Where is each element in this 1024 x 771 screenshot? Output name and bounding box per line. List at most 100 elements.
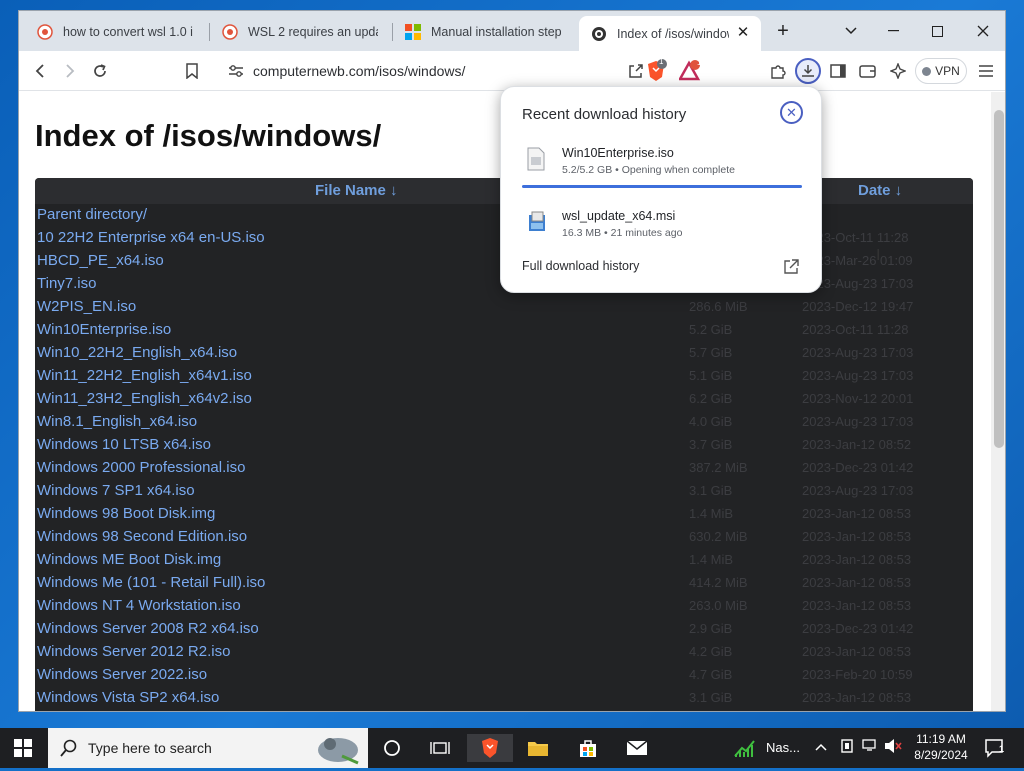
download-item-wsl[interactable]: wsl_update_x64.msi 16.3 MB • 21 minutes … [522, 206, 804, 252]
file-link[interactable]: Windows 10 LTSB x64.iso [37, 436, 211, 453]
file-link[interactable]: Windows 7 SP1 x64.iso [37, 482, 195, 499]
file-link[interactable]: HBCD_PE_x64.iso [37, 252, 164, 269]
table-row: Windows ME Boot Disk.img 1.4 MiB 2023-Jan-… [37, 550, 967, 573]
brave-rewards-icon[interactable]: 1 [677, 58, 703, 84]
leo-ai-icon[interactable] [885, 58, 911, 84]
cortana-icon[interactable] [369, 734, 415, 762]
close-window-button[interactable] [963, 17, 1003, 45]
file-size: 6.2 GiB [689, 391, 733, 406]
file-size: 2.9 GiB [689, 621, 733, 636]
mail-icon[interactable] [614, 734, 660, 762]
file-link[interactable]: Windows Me (101 - Retail Full).iso [37, 574, 265, 591]
maximize-button[interactable] [917, 17, 957, 45]
forward-arrow-icon[interactable] [57, 58, 83, 84]
file-size: 5.7 GiB [689, 345, 733, 360]
file-date: 2023-Aug-23 17:03 [802, 414, 914, 429]
wallet-icon[interactable] [855, 58, 881, 84]
tray-widget-label[interactable]: Nas... [766, 740, 800, 755]
extensions-puzzle-icon[interactable] [765, 58, 791, 84]
file-explorer-icon[interactable] [515, 734, 561, 762]
tab-label: Index of /isos/windows/ [617, 26, 729, 41]
tab-index-isos[interactable]: Index of /isos/windows/ ✕ [579, 16, 761, 51]
brave-shields-icon[interactable]: 1 [643, 57, 669, 84]
file-link[interactable]: Windows Vista SP2 x64.iso [37, 689, 219, 706]
file-link[interactable]: W2PIS_EN.iso [37, 298, 136, 315]
file-link[interactable]: Windows Server 2008 R2 x64.iso [37, 620, 259, 637]
vpn-button[interactable]: VPN [915, 58, 967, 84]
file-link[interactable]: Win11_23H2_English_x64v2.iso [37, 390, 252, 407]
stocks-widget-icon[interactable] [722, 734, 768, 762]
file-link[interactable]: Win10Enterprise.iso [37, 321, 171, 338]
msi-installer-icon [526, 210, 548, 234]
popup-title: Recent download history [522, 106, 687, 123]
table-row: Windows 7 SP1 x64.iso 3.1 GiB 2023-Aug-23 … [37, 481, 967, 504]
file-size: 630.2 MiB [689, 529, 748, 544]
file-link[interactable]: Windows Server 2012 R2.iso [37, 643, 230, 660]
site-settings-icon[interactable] [223, 58, 249, 84]
text-cursor-icon: I [876, 247, 881, 264]
table-row: Win11_23H2_English_x64v2.iso 6.2 GiB 2023-… [37, 389, 967, 412]
start-button[interactable] [0, 734, 46, 762]
tab-label: how to convert wsl 1.0 in [63, 25, 193, 39]
download-filename: wsl_update_x64.msi [562, 209, 676, 223]
tab-manual-install[interactable]: Manual installation steps [393, 17, 577, 47]
full-download-history-link[interactable]: Full download history [522, 259, 639, 273]
file-link[interactable]: Win11_22H2_English_x64v1.iso [37, 367, 252, 384]
tab-search-chevron-icon[interactable] [831, 17, 871, 45]
volume-muted-icon[interactable] [884, 738, 902, 757]
page-scrollbar[interactable] [991, 92, 1005, 711]
file-link[interactable]: Win10_22H2_English_x64.iso [37, 344, 237, 361]
file-date: 2023-Nov-12 20:01 [802, 391, 914, 406]
file-size: 3.1 GiB [689, 690, 733, 705]
microsoft-store-icon[interactable] [565, 734, 611, 762]
new-tab-button[interactable]: + [763, 17, 803, 45]
task-view-icon[interactable] [417, 734, 463, 762]
tray-chevron-icon[interactable] [815, 738, 827, 754]
column-file-name[interactable]: File Name ↓ [315, 182, 398, 199]
column-date[interactable]: Date ↓ [858, 182, 902, 199]
taskbar-search-box[interactable]: Type here to search [48, 728, 368, 768]
external-link-icon[interactable] [782, 258, 800, 276]
tab-wsl-update[interactable]: WSL 2 requires an update [210, 17, 390, 47]
file-size: 414.2 MiB [689, 575, 748, 590]
tab-close-icon[interactable]: ✕ [735, 23, 751, 41]
search-highlight-icon [312, 730, 364, 771]
tab-strip: how to convert wsl 1.0 in WSL 2 requires… [19, 11, 1005, 51]
file-link[interactable]: Windows NT 4 Workstation.iso [37, 597, 241, 614]
table-row: Windows Vista SP2 x64.iso 3.1 GiB 2023-Jan… [37, 688, 967, 711]
table-row: Windows Server 2022.iso 4.7 GiB 2023-Feb-2… [37, 665, 967, 688]
address-bar[interactable]: computernewb.com/isos/windows/ [215, 56, 667, 86]
scrollbar-thumb[interactable] [994, 110, 1004, 448]
minimize-button[interactable] [873, 17, 913, 45]
brave-taskbar-icon[interactable] [467, 734, 513, 762]
system-clock[interactable]: 11:19 AM 8/29/2024 [906, 731, 976, 763]
table-row: Win10Enterprise.iso 5.2 GiB 2023-Oct-11 11… [37, 320, 967, 343]
reload-icon[interactable] [87, 58, 113, 84]
file-link[interactable]: 10 22H2 Enterprise x64 en-US.iso [37, 229, 265, 246]
file-date: 2023-Jan-12 08:53 [802, 644, 912, 659]
file-link[interactable]: Windows 2000 Professional.iso [37, 459, 245, 476]
table-row: Windows 98 Second Edition.iso 630.2 MiB 20… [37, 527, 967, 550]
vpn-status-dot [922, 66, 932, 76]
file-link[interactable]: Windows Server 2022.iso [37, 666, 207, 683]
file-link[interactable]: Windows ME Boot Disk.img [37, 551, 221, 568]
file-link[interactable]: Windows 98 Second Edition.iso [37, 528, 247, 545]
file-link[interactable]: Windows 98 Boot Disk.img [37, 505, 215, 522]
back-arrow-icon[interactable] [27, 58, 53, 84]
file-link[interactable]: Parent directory/ [37, 206, 147, 223]
download-item-win10[interactable]: Win10Enterprise.iso 5.2/5.2 GB • Opening… [522, 143, 804, 189]
downloads-icon[interactable] [795, 58, 821, 84]
menu-hamburger-icon[interactable] [973, 58, 999, 84]
network-icon[interactable] [862, 738, 878, 755]
file-link[interactable]: Win8.1_English_x64.iso [37, 413, 197, 430]
rewards-badge: 1 [697, 58, 702, 67]
vm-tools-icon[interactable] [840, 738, 854, 757]
table-row: Windows NT 4 Workstation.iso 263.0 MiB 202… [37, 596, 967, 619]
download-status: 5.2/5.2 GB • Opening when complete [562, 164, 735, 176]
file-link[interactable]: Tiny7.iso [37, 275, 96, 292]
bookmark-icon[interactable] [179, 58, 205, 84]
tab-wsl-convert[interactable]: how to convert wsl 1.0 in [25, 17, 209, 47]
close-icon[interactable]: ✕ [780, 101, 803, 124]
file-date: 2023-Dec-23 01:42 [802, 621, 914, 636]
sidebar-toggle-icon[interactable] [825, 58, 851, 84]
